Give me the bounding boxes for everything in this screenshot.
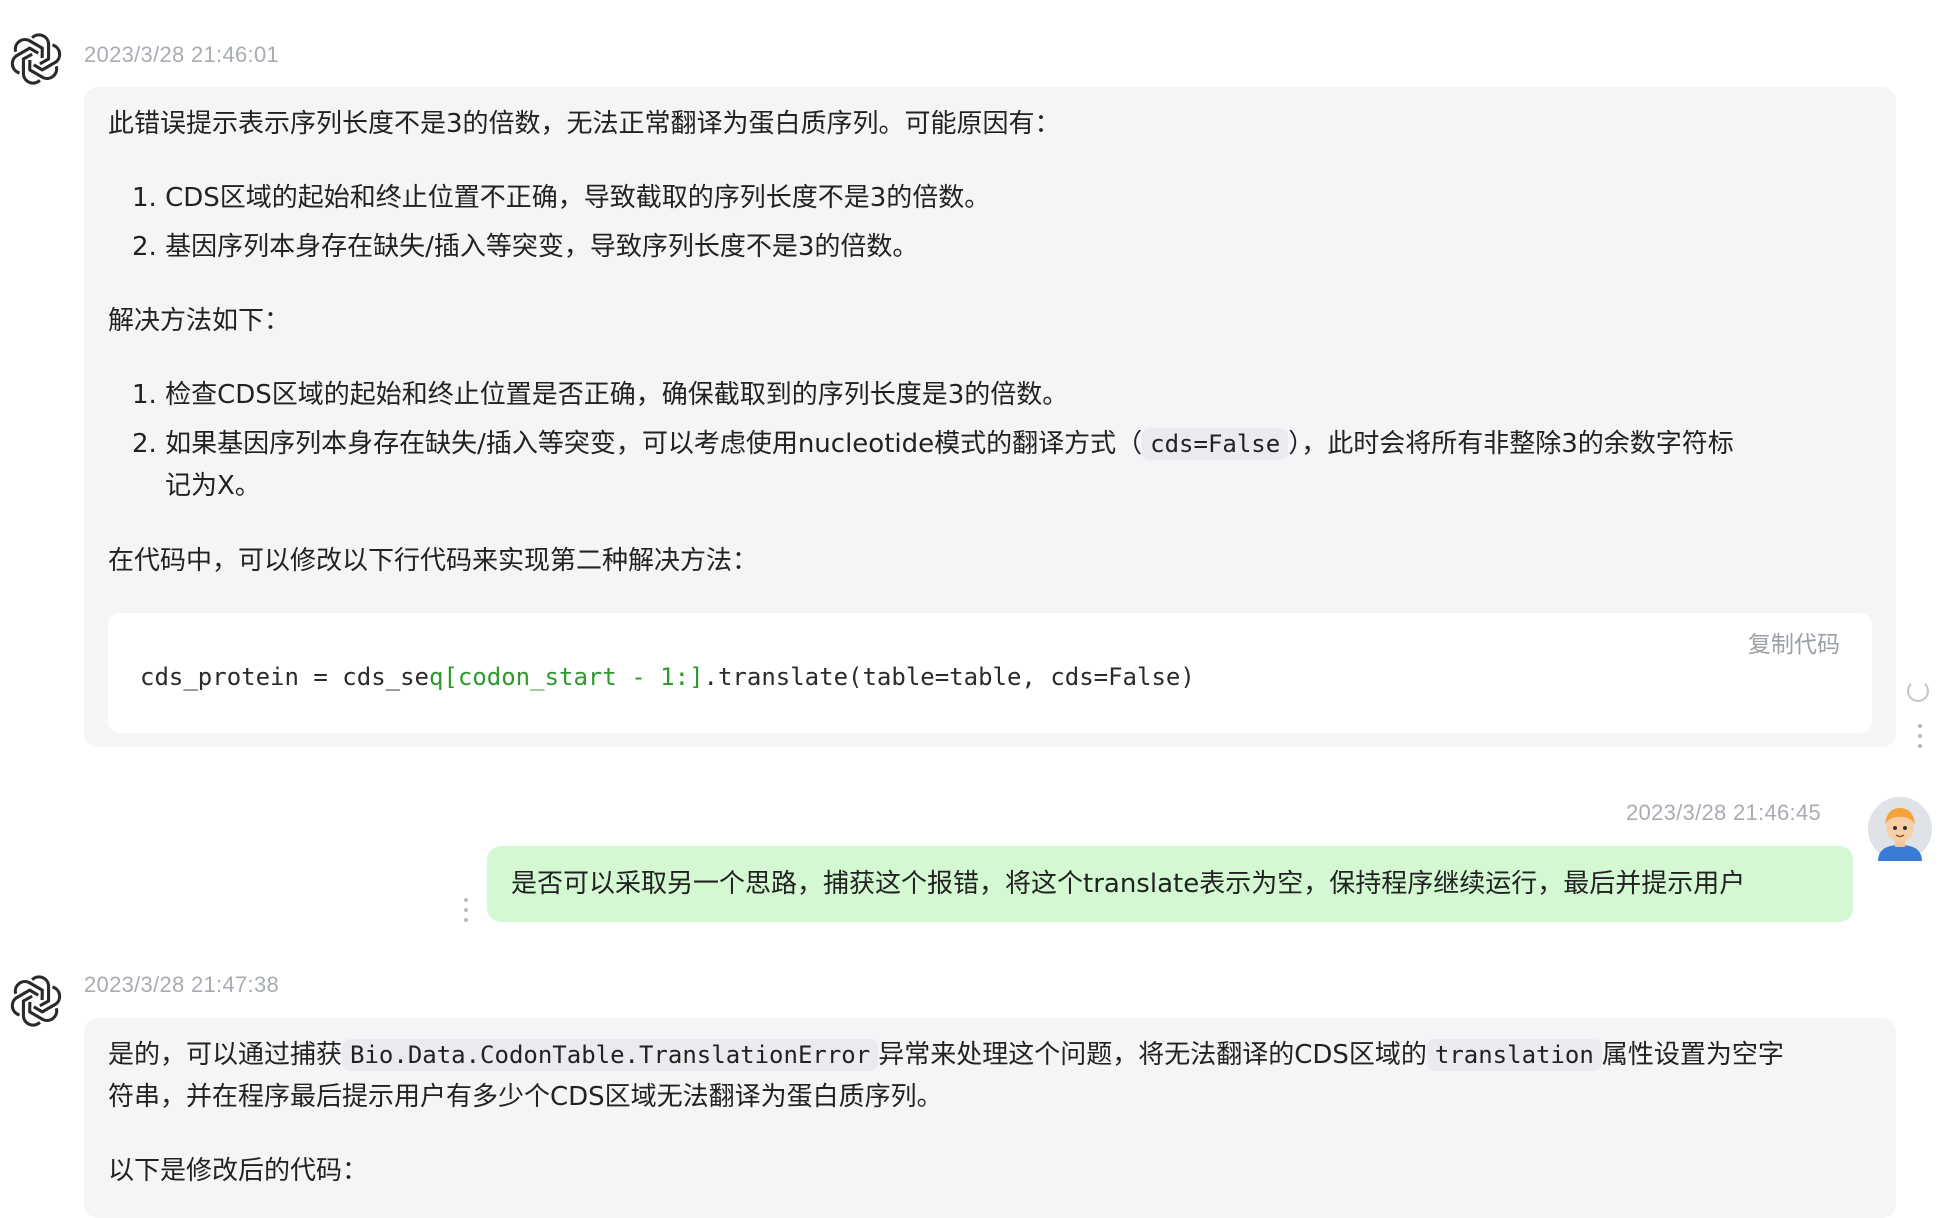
code-block: 复制代码 cds_protein = cds_seq[codon_start -… xyxy=(108,613,1872,733)
message-text: 以下是修改后的代码： xyxy=(108,1156,369,1186)
more-vertical-icon[interactable] xyxy=(1917,724,1923,754)
openai-logo-icon xyxy=(10,975,62,1027)
message-text: 符串，并在程序最后提示用户有多少个CDS区域无法翻译为蛋白质序列。 xyxy=(108,1082,943,1112)
inline-code: Bio.Data.CodonTable.TranslationError xyxy=(342,1039,879,1071)
message-timestamp: 2023/3/28 21:47:38 xyxy=(84,972,280,997)
user-avatar-icon xyxy=(1868,797,1932,861)
message-text: 在代码中，可以修改以下行代码来实现第二种解决方法： xyxy=(108,546,759,576)
code-line: cds_protein = cds_seq[codon_start - 1:].… xyxy=(140,663,1195,691)
message-text: 此错误提示表示序列长度不是3的倍数，无法正常翻译为蛋白质序列。可能原因有： xyxy=(108,109,1061,139)
more-vertical-icon[interactable] xyxy=(463,898,469,928)
message-text: 是否可以采取另一个思路，捕获这个报错，将这个translate表示为空，保持程序… xyxy=(511,869,1746,899)
refresh-icon[interactable] xyxy=(1907,680,1929,702)
list-item: 1. CDS区域的起始和终止位置不正确，导致截取的序列长度不是3的倍数。 xyxy=(132,183,991,213)
list-item-text: ），此时会将所有非整除3的余数字符标 xyxy=(1288,429,1734,459)
list-item: 2. 基因序列本身存在缺失/插入等突变，导致序列长度不是3的倍数。 xyxy=(132,232,919,262)
inline-code: translation xyxy=(1426,1039,1602,1071)
message-text: 是的，可以通过捕获 Bio.Data.CodonTable.Translation… xyxy=(108,1039,1784,1071)
openai-logo-icon xyxy=(10,33,62,85)
message-text: 解决方法如下： xyxy=(108,306,291,336)
message-timestamp: 2023/3/28 21:46:01 xyxy=(84,42,280,67)
message-timestamp: 2023/3/28 21:46:45 xyxy=(1626,800,1822,825)
list-item: 1. 检查CDS区域的起始和终止位置是否正确，确保截取到的序列长度是3的倍数。 xyxy=(132,380,1069,410)
copy-code-button[interactable]: 复制代码 xyxy=(1748,625,1840,659)
list-item: 2. 如果基因序列本身存在缺失/插入等突变，可以考虑使用nucleotide模式… xyxy=(132,423,1734,465)
inline-code: cds=False xyxy=(1142,428,1289,460)
list-item-continuation: 记为X。 xyxy=(165,471,261,501)
list-item-text: 2. 如果基因序列本身存在缺失/插入等突变，可以考虑使用nucleotide模式… xyxy=(132,429,1143,459)
